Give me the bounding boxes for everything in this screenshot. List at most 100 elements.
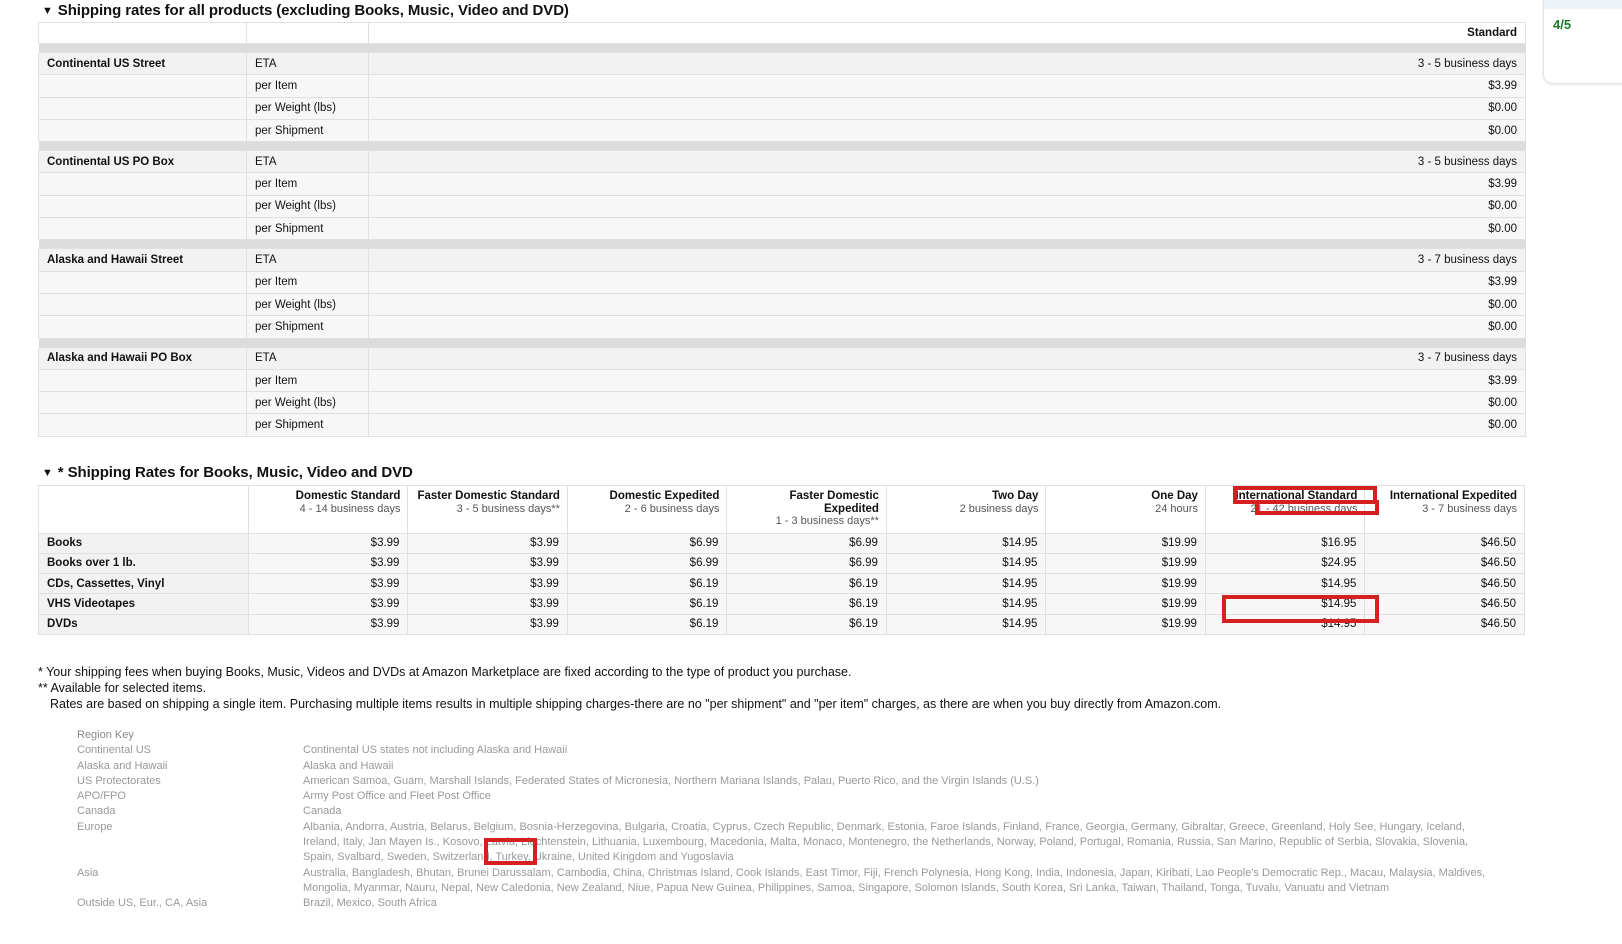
table-row: CDs, Cassettes, Vinyl $3.99 $3.99 $6.19 $6.1… — [38, 573, 1525, 595]
collapse-caret-icon-2[interactable]: ▼ — [42, 467, 53, 479]
table2-price-cell: $6.19 — [566, 573, 728, 595]
table2-price-cell: $3.99 — [247, 573, 409, 595]
table1-region-blank — [38, 74, 247, 98]
region-key-label — [77, 850, 303, 865]
table1-measure-label: per Item — [246, 172, 369, 196]
table1-measure-label: per Shipment — [246, 217, 369, 241]
table1-value: $0.00 — [368, 118, 1526, 143]
region-key-label: Europe — [77, 820, 113, 833]
table2-price-cell: $6.19 — [726, 593, 887, 615]
table-row: per Shipment $0.00 — [38, 118, 1526, 143]
table1-value: $0.00 — [368, 292, 1526, 317]
table1-measure-label: ETA — [246, 51, 369, 76]
table2-column-header-3: Faster Domestic Expedited 1 - 3 business … — [726, 485, 887, 534]
table2-price-cell: $14.95 — [885, 552, 1047, 575]
table2-price-cell: $19.99 — [1045, 532, 1206, 554]
table2-column-header-4: Two Day 2 business days — [885, 485, 1047, 534]
table1-header-blank2 — [246, 22, 369, 44]
table1-value: 3 - 7 business days — [368, 346, 1526, 370]
table-row: Books over 1 lb. $3.99 $3.99 $6.99 $6.99 $14.… — [38, 552, 1525, 575]
table2-price-cell: $24.95 — [1204, 552, 1366, 575]
region-key-value: Army Post Office and Fleet Post Office — [303, 790, 491, 803]
region-key-label: Asia — [77, 866, 99, 879]
table2-price-cell: $6.19 — [726, 573, 887, 595]
table2-product-label: DVDs — [38, 613, 249, 635]
table1-value: $0.00 — [368, 391, 1526, 415]
table1-region-blank — [38, 391, 247, 415]
table2-price-cell: $14.95 — [885, 613, 1047, 635]
table1-header-row: Standard — [38, 22, 1526, 44]
table-row: per Weight (lbs) $0.00 — [38, 96, 1526, 120]
table2-price-cell: $14.95 — [1204, 573, 1366, 595]
table2-column-eta: 21 - 42 business days — [1250, 502, 1358, 515]
region-key: Region Key Continental US Continental US … — [77, 728, 1485, 912]
table2-price-cell: $46.50 — [1364, 613, 1525, 635]
section-2-heading: ▼ * Shipping Rates for Books, Music, Vide… — [0, 464, 413, 481]
table1-measure-label: per Item — [246, 368, 369, 393]
table1-measure-label: per Shipment — [246, 118, 369, 143]
table-row: Continental US Street ETA 3 - 5 business d… — [38, 51, 1526, 76]
table1-region-blank — [38, 413, 247, 437]
shipping-rates-all-products-table: Standard Continental US Street ETA 3 - 5 bu… — [38, 22, 1526, 437]
table1-value: $3.99 — [368, 74, 1526, 98]
region-key-row: Europe Albania, Andorra, Austria, Belarus… — [77, 820, 1485, 835]
table-row: per Item $3.99 — [38, 270, 1526, 294]
table2-column-name: Domestic Expedited — [609, 490, 720, 502]
table1-region-name: Continental US Street — [38, 51, 247, 76]
region-key-row: Alaska and Hawaii Alaska and Hawaii — [77, 759, 1485, 774]
region-key-value: Ireland, Italy, Jan Mayen Is., Kosovo, L… — [303, 836, 1469, 849]
region-key-row: Continental US Continental US states not … — [77, 743, 1485, 758]
region-key-label: Canada — [77, 805, 116, 818]
section-2-title: * Shipping Rates for Books, Music, Video… — [57, 464, 413, 481]
region-key-label — [77, 881, 303, 896]
table1-value: 3 - 5 business days — [368, 51, 1526, 76]
table2-column-name: Domestic Standard — [295, 490, 401, 502]
table2-price-cell: $6.19 — [566, 593, 728, 615]
table2-column-header-6: International Standard 21 - 42 business d… — [1204, 485, 1366, 534]
section-1-heading: ▼ Shipping rates for all products (exclud… — [0, 2, 569, 19]
table1-measure-label: per Item — [246, 270, 369, 294]
table2-price-cell: $6.19 — [726, 613, 887, 635]
table-row: per Shipment $0.00 — [38, 413, 1526, 437]
table2-price-cell: $46.50 — [1364, 552, 1525, 575]
table2-price-cell: $3.99 — [247, 613, 409, 635]
table2-column-name: International Expedited — [1389, 490, 1517, 502]
table1-value: $0.00 — [368, 217, 1526, 241]
table2-header-row: Domestic Standard 4 - 14 business days Fas… — [38, 485, 1525, 534]
table2-column-name: Two Day — [992, 490, 1039, 502]
rating-popup-card[interactable]: 4/5 — [1543, 0, 1622, 84]
table1-region-blank — [38, 368, 247, 393]
footnote-1: * Your shipping fees when buying Books, … — [38, 665, 852, 679]
region-key-row: Spain, Svalbard, Sweden, Switzerland, Tu… — [77, 850, 1485, 865]
table2-product-label: CDs, Cassettes, Vinyl — [38, 573, 249, 595]
table1-value: $3.99 — [368, 172, 1526, 196]
region-key-value: Spain, Svalbard, Sweden, Switzerland, Tu… — [303, 851, 734, 864]
table1-region-blank — [38, 270, 247, 294]
table-row: per Shipment $0.00 — [38, 315, 1526, 339]
table2-price-cell: $3.99 — [407, 593, 568, 615]
table2-price-cell: $14.95 — [1204, 613, 1366, 635]
region-key-value: Australia, Bangladesh, Bhutan, Brunei Da… — [303, 866, 1486, 879]
region-key-value: Albania, Andorra, Austria, Belarus, Belg… — [303, 820, 1465, 833]
table2-price-cell: $3.99 — [407, 552, 568, 575]
region-key-title: Region Key — [77, 729, 134, 741]
table1-region-name: Continental US PO Box — [38, 150, 247, 174]
table2-price-cell: $3.99 — [407, 613, 568, 635]
table1-standard-header: Standard — [368, 22, 1526, 44]
table2-price-cell: $19.99 — [1045, 552, 1206, 575]
table1-measure-label: ETA — [246, 248, 369, 272]
region-key-label: Outside US, Eur., CA, Asia — [77, 897, 208, 910]
table-row: per Weight (lbs) $0.00 — [38, 194, 1526, 219]
region-key-row: Ireland, Italy, Jan Mayen Is., Kosovo, L… — [77, 835, 1485, 850]
region-key-label — [77, 835, 303, 850]
table-row: per Weight (lbs) $0.00 — [38, 292, 1526, 317]
table2-product-label: VHS Videotapes — [38, 593, 249, 615]
table1-measure-label: per Weight (lbs) — [246, 391, 369, 415]
table1-measure-label: per Weight (lbs) — [246, 96, 369, 120]
region-key-value: Continental US states not including Alas… — [303, 744, 568, 757]
table-row: Alaska and Hawaii PO Box ETA 3 - 7 busines… — [38, 346, 1526, 370]
table1-region-name: Alaska and Hawaii PO Box — [38, 346, 247, 370]
region-key-row: Mongolia, Myanmar, Nauru, Nepal, New Cal… — [77, 881, 1485, 896]
collapse-caret-icon[interactable]: ▼ — [42, 5, 53, 17]
table1-region-blank — [38, 217, 247, 241]
